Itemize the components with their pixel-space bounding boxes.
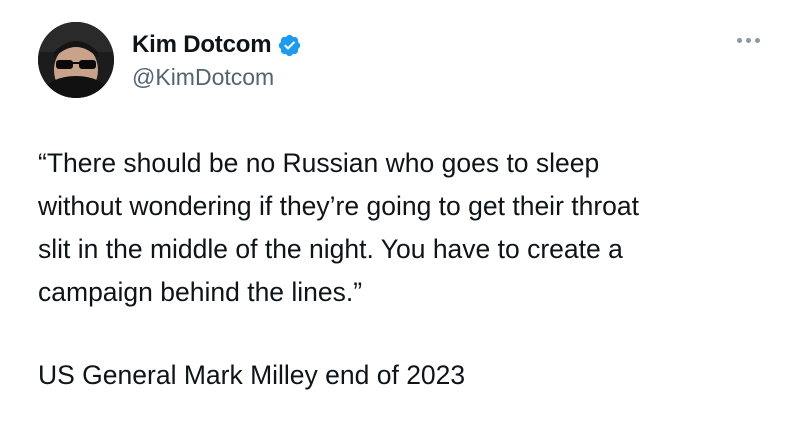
- avatar[interactable]: [38, 22, 114, 98]
- author-name[interactable]: Kim Dotcom: [132, 31, 272, 59]
- more-horizontal-icon: [755, 38, 760, 43]
- more-horizontal-icon: [737, 38, 742, 43]
- tweet-attribution: US General Mark Milley end of 2023: [38, 360, 466, 390]
- tweet-card: Kim Dotcom @KimDotcom “There should be n…: [0, 0, 800, 424]
- author-info: Kim Dotcom @KimDotcom: [132, 30, 302, 91]
- author-handle[interactable]: @KimDotcom: [132, 64, 302, 91]
- verified-badge-icon: [277, 33, 302, 58]
- name-row: Kim Dotcom: [132, 30, 302, 60]
- tweet-body: “There should be no Russian who goes to …: [38, 142, 768, 397]
- avatar-image: [38, 22, 114, 98]
- tweet-quote: “There should be no Russian who goes to …: [38, 148, 640, 307]
- more-horizontal-icon: [746, 38, 751, 43]
- more-options-button[interactable]: [737, 38, 760, 43]
